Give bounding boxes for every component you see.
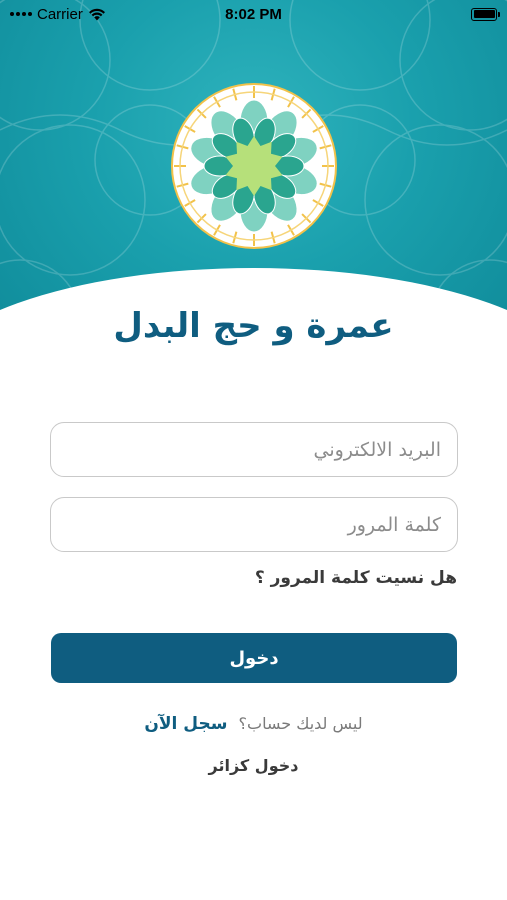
wifi-icon xyxy=(88,8,105,20)
signup-row: ليس لديك حساب؟ سجل الآن xyxy=(0,714,507,734)
email-field[interactable] xyxy=(50,422,458,477)
clock: 8:02 PM xyxy=(225,5,282,23)
islamic-rosette-logo xyxy=(171,83,337,249)
battery-icon xyxy=(471,7,500,21)
guest-login-link[interactable]: دخول كزائر xyxy=(0,756,507,775)
signal-dots-icon xyxy=(10,12,32,16)
signup-question: ليس لديك حساب؟ xyxy=(238,714,363,733)
forgot-password-link[interactable]: هل نسيت كلمة المرور ؟ xyxy=(255,568,457,588)
carrier-label: Carrier xyxy=(37,5,83,23)
status-bar: Carrier 8:02 PM xyxy=(0,0,507,28)
password-field[interactable] xyxy=(50,497,458,552)
app-title: عمرة و حج البدل xyxy=(113,306,394,346)
signup-link[interactable]: سجل الآن xyxy=(144,714,227,734)
login-button[interactable]: دخول xyxy=(51,633,457,683)
